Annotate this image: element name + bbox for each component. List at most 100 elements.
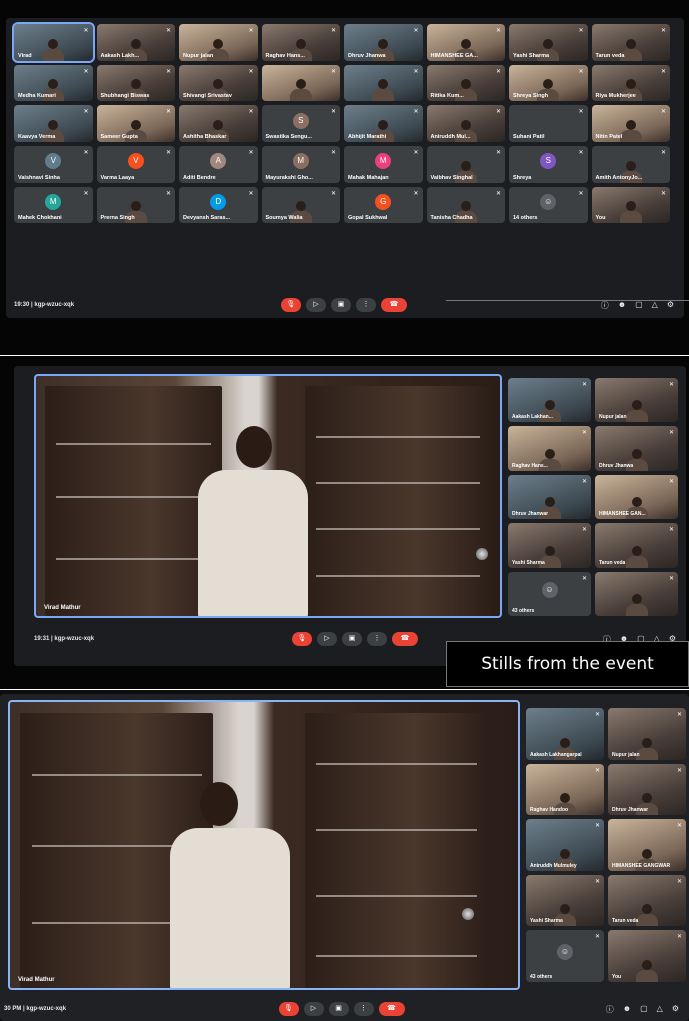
- people-icon[interactable]: ☻: [623, 1004, 631, 1015]
- participant-tile[interactable]: ☺ ✕ 14 others: [509, 186, 588, 224]
- camera-icon[interactable]: ▷: [306, 298, 326, 312]
- more-icon[interactable]: ⋮: [353, 1002, 374, 1016]
- participant-tile[interactable]: ✕ Aniruddh Mulmuley: [526, 819, 604, 871]
- camera-icon[interactable]: ▷: [303, 1002, 324, 1016]
- mic-off-icon[interactable]: 🎙: [281, 298, 301, 312]
- people-icon[interactable]: ☻: [618, 300, 626, 311]
- participant-tile[interactable]: A ✕ Aditi Bendre: [179, 146, 258, 183]
- participant-tile[interactable]: ✕ Riya Mukherjee: [591, 64, 670, 102]
- participant-tile[interactable]: M ✕ Mayurakshi Gho...: [261, 146, 340, 183]
- speaker-video: Virad Mathur: [8, 700, 520, 990]
- participant-tile[interactable]: ✕ HIMANSHEE GAN...: [595, 474, 678, 520]
- chat-icon[interactable]: ▢: [635, 300, 643, 311]
- participant-tile[interactable]: ✕ You: [591, 186, 670, 224]
- participant-tile[interactable]: ✕ Nupur jalan: [595, 378, 678, 423]
- mic-off-icon[interactable]: 🎙: [278, 1002, 299, 1016]
- participant-tile[interactable]: ✕ Prerna Singh: [96, 186, 175, 224]
- avatar: A: [210, 153, 227, 170]
- participant-tile[interactable]: V ✕ Vaishnavi Sinha: [14, 146, 93, 183]
- participant-tile[interactable]: ✕ Suhani Patil: [509, 105, 588, 142]
- participant-tile[interactable]: D ✕ Devyansh Saras...: [179, 186, 258, 224]
- participant-tile[interactable]: ✕ Abhijit Marathi: [344, 105, 423, 142]
- participant-tile[interactable]: ✕ Shivangi Srivastav: [179, 64, 258, 102]
- participant-tile[interactable]: ✕ Aniruddh Mul...: [426, 105, 505, 142]
- present-icon[interactable]: ▣: [331, 298, 351, 312]
- participant-tile[interactable]: ✕ Dhruv Jhanwar: [608, 763, 686, 816]
- speaker-name: Virad Mathur: [44, 605, 81, 611]
- participant-name: Soumya Walia: [265, 215, 303, 222]
- mic-off-icon[interactable]: 🎙: [292, 632, 312, 646]
- participant-tile[interactable]: ✕ Nupur jalan: [179, 24, 258, 61]
- more-icon[interactable]: ⋮: [367, 632, 387, 646]
- participant-tile[interactable]: ✕ Nitin Patel: [591, 105, 670, 142]
- participant-tile[interactable]: ✕ HIMANSHEE GA...: [426, 24, 505, 61]
- participant-tile[interactable]: S ✕ Swastika Sengu...: [261, 105, 340, 142]
- participant-tile[interactable]: ✕ Tarun veda: [595, 523, 678, 568]
- mic-off-icon: ✕: [660, 68, 666, 75]
- participant-tile[interactable]: ✕ Raghav Hans...: [508, 426, 591, 471]
- participant-name: Kaavya Verma: [18, 134, 56, 140]
- participant-name: Varma Laaya: [100, 174, 135, 181]
- participant-name: Tanisha Chadha: [430, 215, 473, 222]
- activities-icon[interactable]: △: [652, 300, 658, 311]
- host-controls-icon[interactable]: ⚙: [667, 300, 674, 311]
- mic-off-icon: ✕: [668, 575, 674, 582]
- participant-tile[interactable]: ✕ Ritika Kum...: [426, 64, 505, 102]
- participant-tile[interactable]: ✕ Tarun veda: [591, 24, 670, 61]
- participant-tile[interactable]: ✕ Virad: [12, 22, 95, 63]
- participant-tile[interactable]: ✕: [344, 64, 423, 102]
- participant-tile[interactable]: ✕ Amith AntonyJo...: [591, 146, 670, 183]
- participant-name: Abhijit Marathi: [348, 134, 387, 140]
- present-icon[interactable]: ▣: [328, 1002, 349, 1016]
- participant-name: Shubhangi Biswas: [100, 93, 150, 100]
- participant-tile[interactable]: M ✕ Mahak Mahajan: [344, 146, 423, 183]
- camera-icon[interactable]: ▷: [317, 632, 337, 646]
- participant-tile[interactable]: ☺ ✕ 43 others: [508, 571, 591, 616]
- participant-tile[interactable]: ✕ Aakash Lakh...: [96, 24, 175, 61]
- end-call-icon[interactable]: ☎: [378, 1002, 405, 1016]
- participant-tile[interactable]: ✕ Raghav Handoo: [526, 763, 604, 816]
- participant-tile[interactable]: ✕ Yashi Sharma: [509, 24, 588, 61]
- participant-tile[interactable]: ✕ HIMANSHEE GANGWAR: [608, 819, 686, 871]
- participant-tile[interactable]: ✕ Ashitha Bhaskar: [179, 105, 258, 142]
- participant-tile[interactable]: ✕ Yashi Sharma: [526, 874, 604, 927]
- mic-off-icon: ✕: [165, 68, 171, 75]
- participant-tile[interactable]: ✕: [261, 64, 340, 102]
- chat-icon[interactable]: ▢: [640, 1004, 648, 1015]
- participant-tile[interactable]: ✕ You: [608, 930, 686, 982]
- end-call-icon[interactable]: ☎: [381, 298, 407, 312]
- mic-off-icon: ✕: [594, 767, 600, 774]
- mic-off-icon: ✕: [413, 68, 419, 75]
- participant-tile[interactable]: ✕ Raghav Hans...: [261, 24, 340, 61]
- host-controls-icon[interactable]: ⚙: [672, 1004, 679, 1015]
- participant-tile[interactable]: ✕: [595, 571, 678, 616]
- participant-tile[interactable]: V ✕ Varma Laaya: [96, 146, 175, 183]
- participant-tile[interactable]: ☺ ✕ 43 others: [526, 930, 604, 982]
- screen-photo-speaker-1: Virad Mathur ✕ Aakash Lakhan... ✕ Nupur jal…: [0, 356, 689, 689]
- more-icon[interactable]: ⋮: [356, 298, 376, 312]
- participant-tile[interactable]: ✕ Dhruv Jhanwa: [595, 426, 678, 471]
- participant-tile[interactable]: ✕ Shubhangi Biswas: [96, 64, 175, 102]
- participant-tile[interactable]: ✕ Dhruv Jhanwar: [508, 474, 591, 520]
- participant-tile[interactable]: ✕ Sameer Gupta: [96, 105, 175, 142]
- participant-tile[interactable]: ✕ Kaavya Verma: [14, 105, 93, 142]
- info-icon[interactable]: ⓘ: [606, 1004, 614, 1015]
- participant-tile[interactable]: M ✕ Mahek Chokhani: [14, 186, 93, 224]
- participant-tile[interactable]: ✕ Vaibhav Singhal: [426, 146, 505, 183]
- participant-tile[interactable]: ✕ Medha Kumari: [14, 64, 93, 102]
- participant-tile[interactable]: ✕ Aakash Lakhan...: [508, 378, 591, 423]
- end-call-icon[interactable]: ☎: [392, 632, 418, 646]
- participant-tile[interactable]: ✕ Dhruv Jhanwa: [344, 24, 423, 61]
- participant-tile[interactable]: ✕ Tarun veda: [608, 874, 686, 927]
- participant-tile[interactable]: S ✕ Shreya: [509, 146, 588, 183]
- activities-icon[interactable]: △: [657, 1004, 663, 1015]
- participant-tile[interactable]: ✕ Soumya Walia: [261, 186, 340, 224]
- info-icon[interactable]: ⓘ: [601, 300, 609, 311]
- participant-tile[interactable]: ✕ Yashi Sharma: [508, 523, 591, 568]
- participant-tile[interactable]: ✕ Shreya Singh: [509, 64, 588, 102]
- participant-tile[interactable]: G ✕ Gopal Sukhwal: [344, 186, 423, 224]
- participant-tile[interactable]: ✕ Tanisha Chadha: [426, 186, 505, 224]
- participant-tile[interactable]: ✕ Aakash Lakhangarpal: [526, 708, 604, 760]
- present-icon[interactable]: ▣: [342, 632, 362, 646]
- participant-tile[interactable]: ✕ Nupur jalan: [608, 708, 686, 760]
